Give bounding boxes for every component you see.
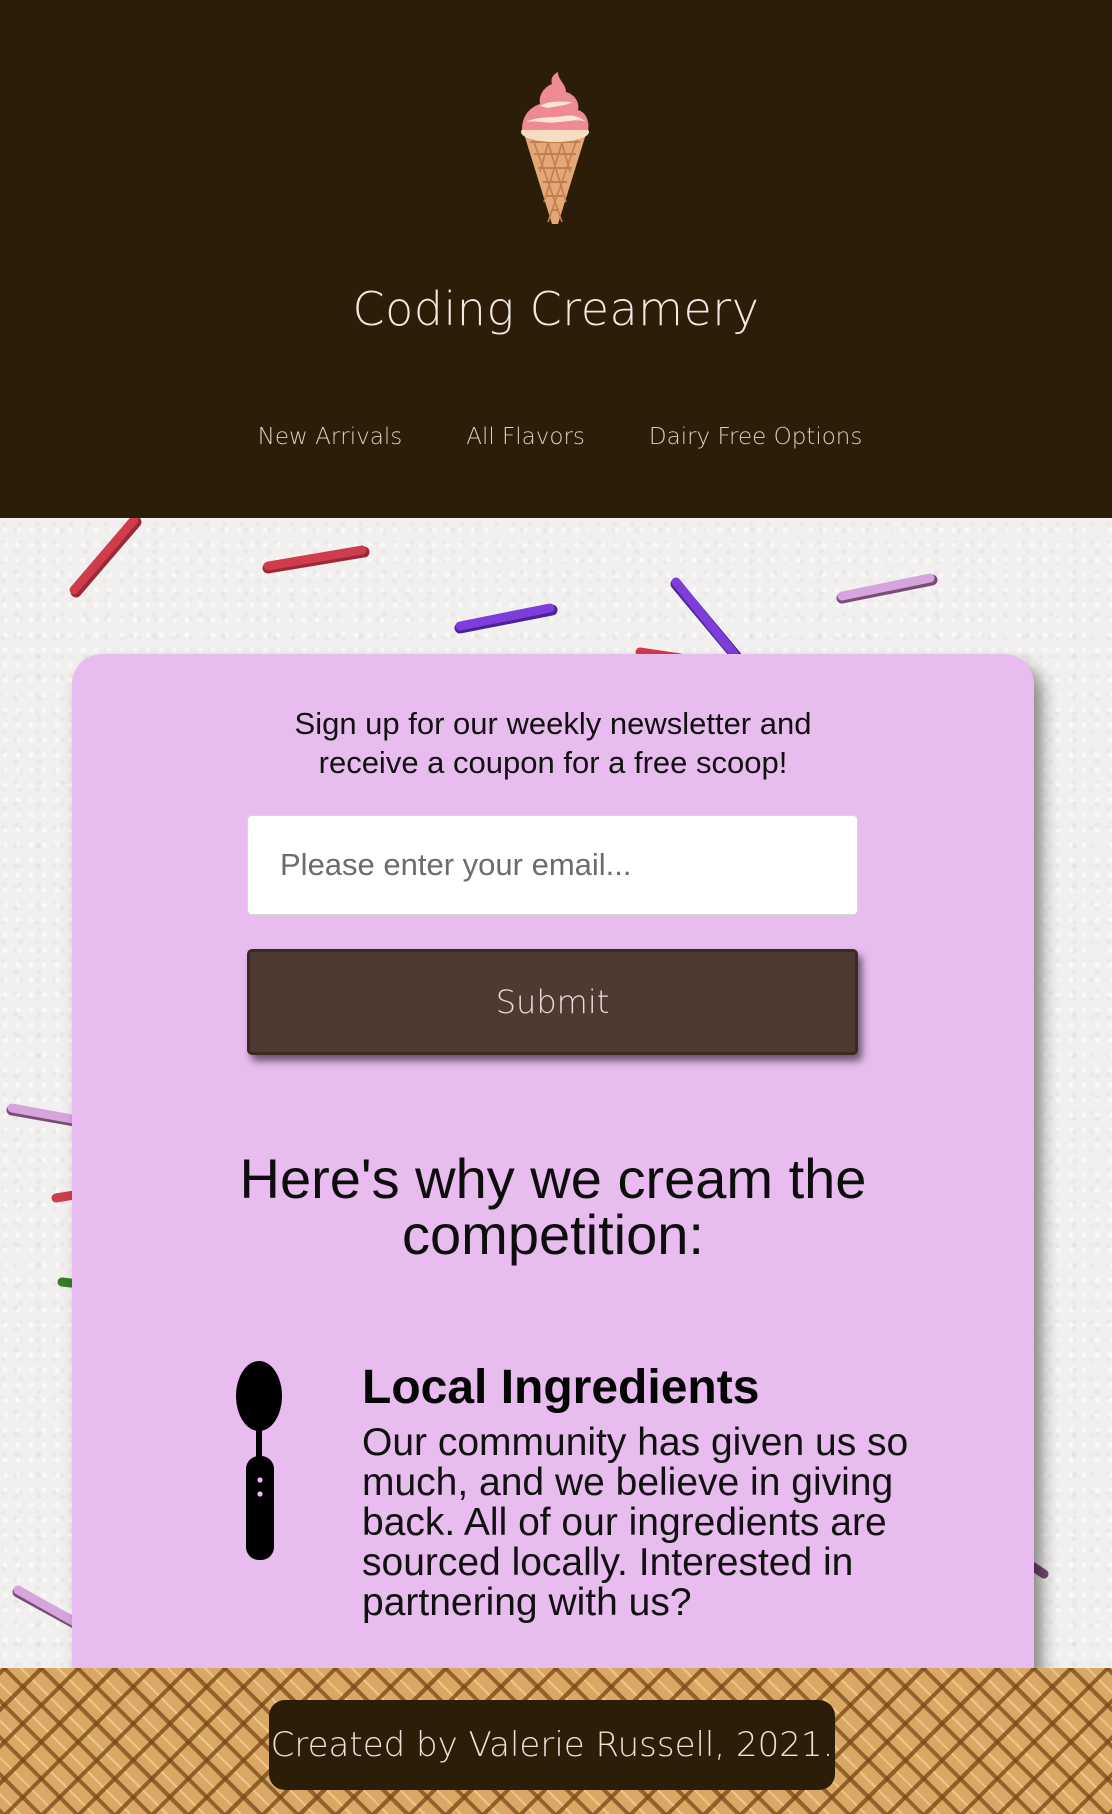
newsletter-text-line-2: receive a coupon for a free scoop!: [318, 745, 788, 780]
newsletter-text: Sign up for our weekly newsletter and re…: [72, 704, 1034, 782]
feature-title: Local Ingredients: [362, 1361, 760, 1414]
nav-link-all-flavors[interactable]: All Flavors: [466, 424, 585, 450]
why-heading-line-2: competition:: [402, 1203, 704, 1266]
main-nav: New Arrivals All Flavors Dairy Free Opti…: [0, 424, 1112, 450]
site-footer: Created by Valerie Russell, 2021.: [0, 1668, 1112, 1814]
site-header: Coding Creamery New Arrivals All Flavors…: [0, 0, 1112, 518]
spoon-icon: [236, 1361, 282, 1560]
why-heading-line-1: Here's why we cream the: [239, 1147, 867, 1210]
submit-button[interactable]: Submit: [247, 949, 858, 1055]
newsletter-card: Sign up for our weekly newsletter and re…: [72, 654, 1034, 1754]
feature-body: Our community has given us so much, and …: [362, 1421, 909, 1624]
email-field[interactable]: [247, 815, 858, 915]
ice-cream-cone-icon: [521, 72, 589, 224]
site-title: Coding Creamery: [352, 282, 760, 336]
newsletter-text-line-1: Sign up for our weekly newsletter and: [294, 706, 812, 741]
footer-badge: Created by Valerie Russell, 2021.: [269, 1700, 835, 1790]
nav-link-dairy-free-options[interactable]: Dairy Free Options: [649, 424, 862, 450]
nav-link-new-arrivals[interactable]: New Arrivals: [258, 424, 403, 450]
why-heading: Here's why we cream the competition:: [72, 1151, 1034, 1263]
footer-credit: Created by Valerie Russell, 2021.: [270, 1725, 834, 1765]
